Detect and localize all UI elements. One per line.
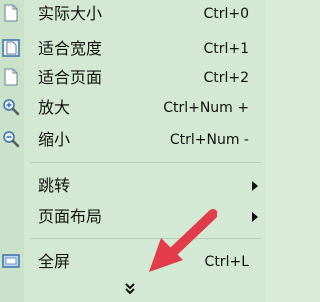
menu-item-zoom-in[interactable]: 放大 Ctrl+Num + (0, 94, 265, 122)
menu-item-fullscreen[interactable]: 全屏 Ctrl+L (0, 248, 265, 276)
menu-item-label: 页面布局 (38, 207, 103, 226)
zoom-in-icon (3, 99, 20, 116)
menu-item-label: 放大 (38, 98, 71, 117)
menu-item-actual-size[interactable]: 实际大小 Ctrl+0 (0, 0, 265, 28)
menu-item-fit-width[interactable]: 适合宽度 Ctrl+1 (0, 35, 265, 63)
menu-item-label: 跳转 (38, 176, 71, 195)
menu-item-shortcut: Ctrl+1 (203, 41, 249, 57)
submenu-arrow-icon (252, 181, 258, 191)
fit-page-icon (4, 68, 18, 86)
menu-item-label: 适合页面 (38, 68, 103, 87)
expand-more-icon[interactable] (122, 281, 138, 297)
menu-item-fit-page[interactable]: 适合页面 Ctrl+2 (0, 64, 265, 92)
submenu-arrow-icon (252, 212, 258, 222)
menu-item-jump[interactable]: 跳转 (0, 172, 265, 200)
menu-item-shortcut: Ctrl+Num - (169, 132, 249, 148)
fullscreen-icon (2, 254, 20, 268)
menu-item-shortcut: Ctrl+0 (203, 6, 249, 22)
menu-item-page-layout[interactable]: 页面布局 (0, 203, 265, 231)
menu-item-shortcut: Ctrl+Num + (163, 100, 249, 116)
context-menu: 实际大小 Ctrl+0 适合宽度 Ctrl+1 适合页面 Ctrl+2 放大 C… (0, 0, 265, 302)
menu-item-shortcut: Ctrl+2 (203, 70, 249, 86)
annotation-arrow (149, 209, 217, 272)
zoom-out-icon (3, 131, 20, 148)
menu-item-label: 实际大小 (38, 4, 103, 23)
menu-separator (30, 162, 261, 163)
menu-item-label: 缩小 (38, 130, 71, 149)
menu-item-label: 适合宽度 (38, 39, 103, 58)
menu-item-zoom-out[interactable]: 缩小 Ctrl+Num - (0, 126, 265, 154)
page-icon (4, 4, 18, 22)
fit-width-icon (2, 39, 20, 57)
menu-item-label: 全屏 (38, 252, 71, 271)
